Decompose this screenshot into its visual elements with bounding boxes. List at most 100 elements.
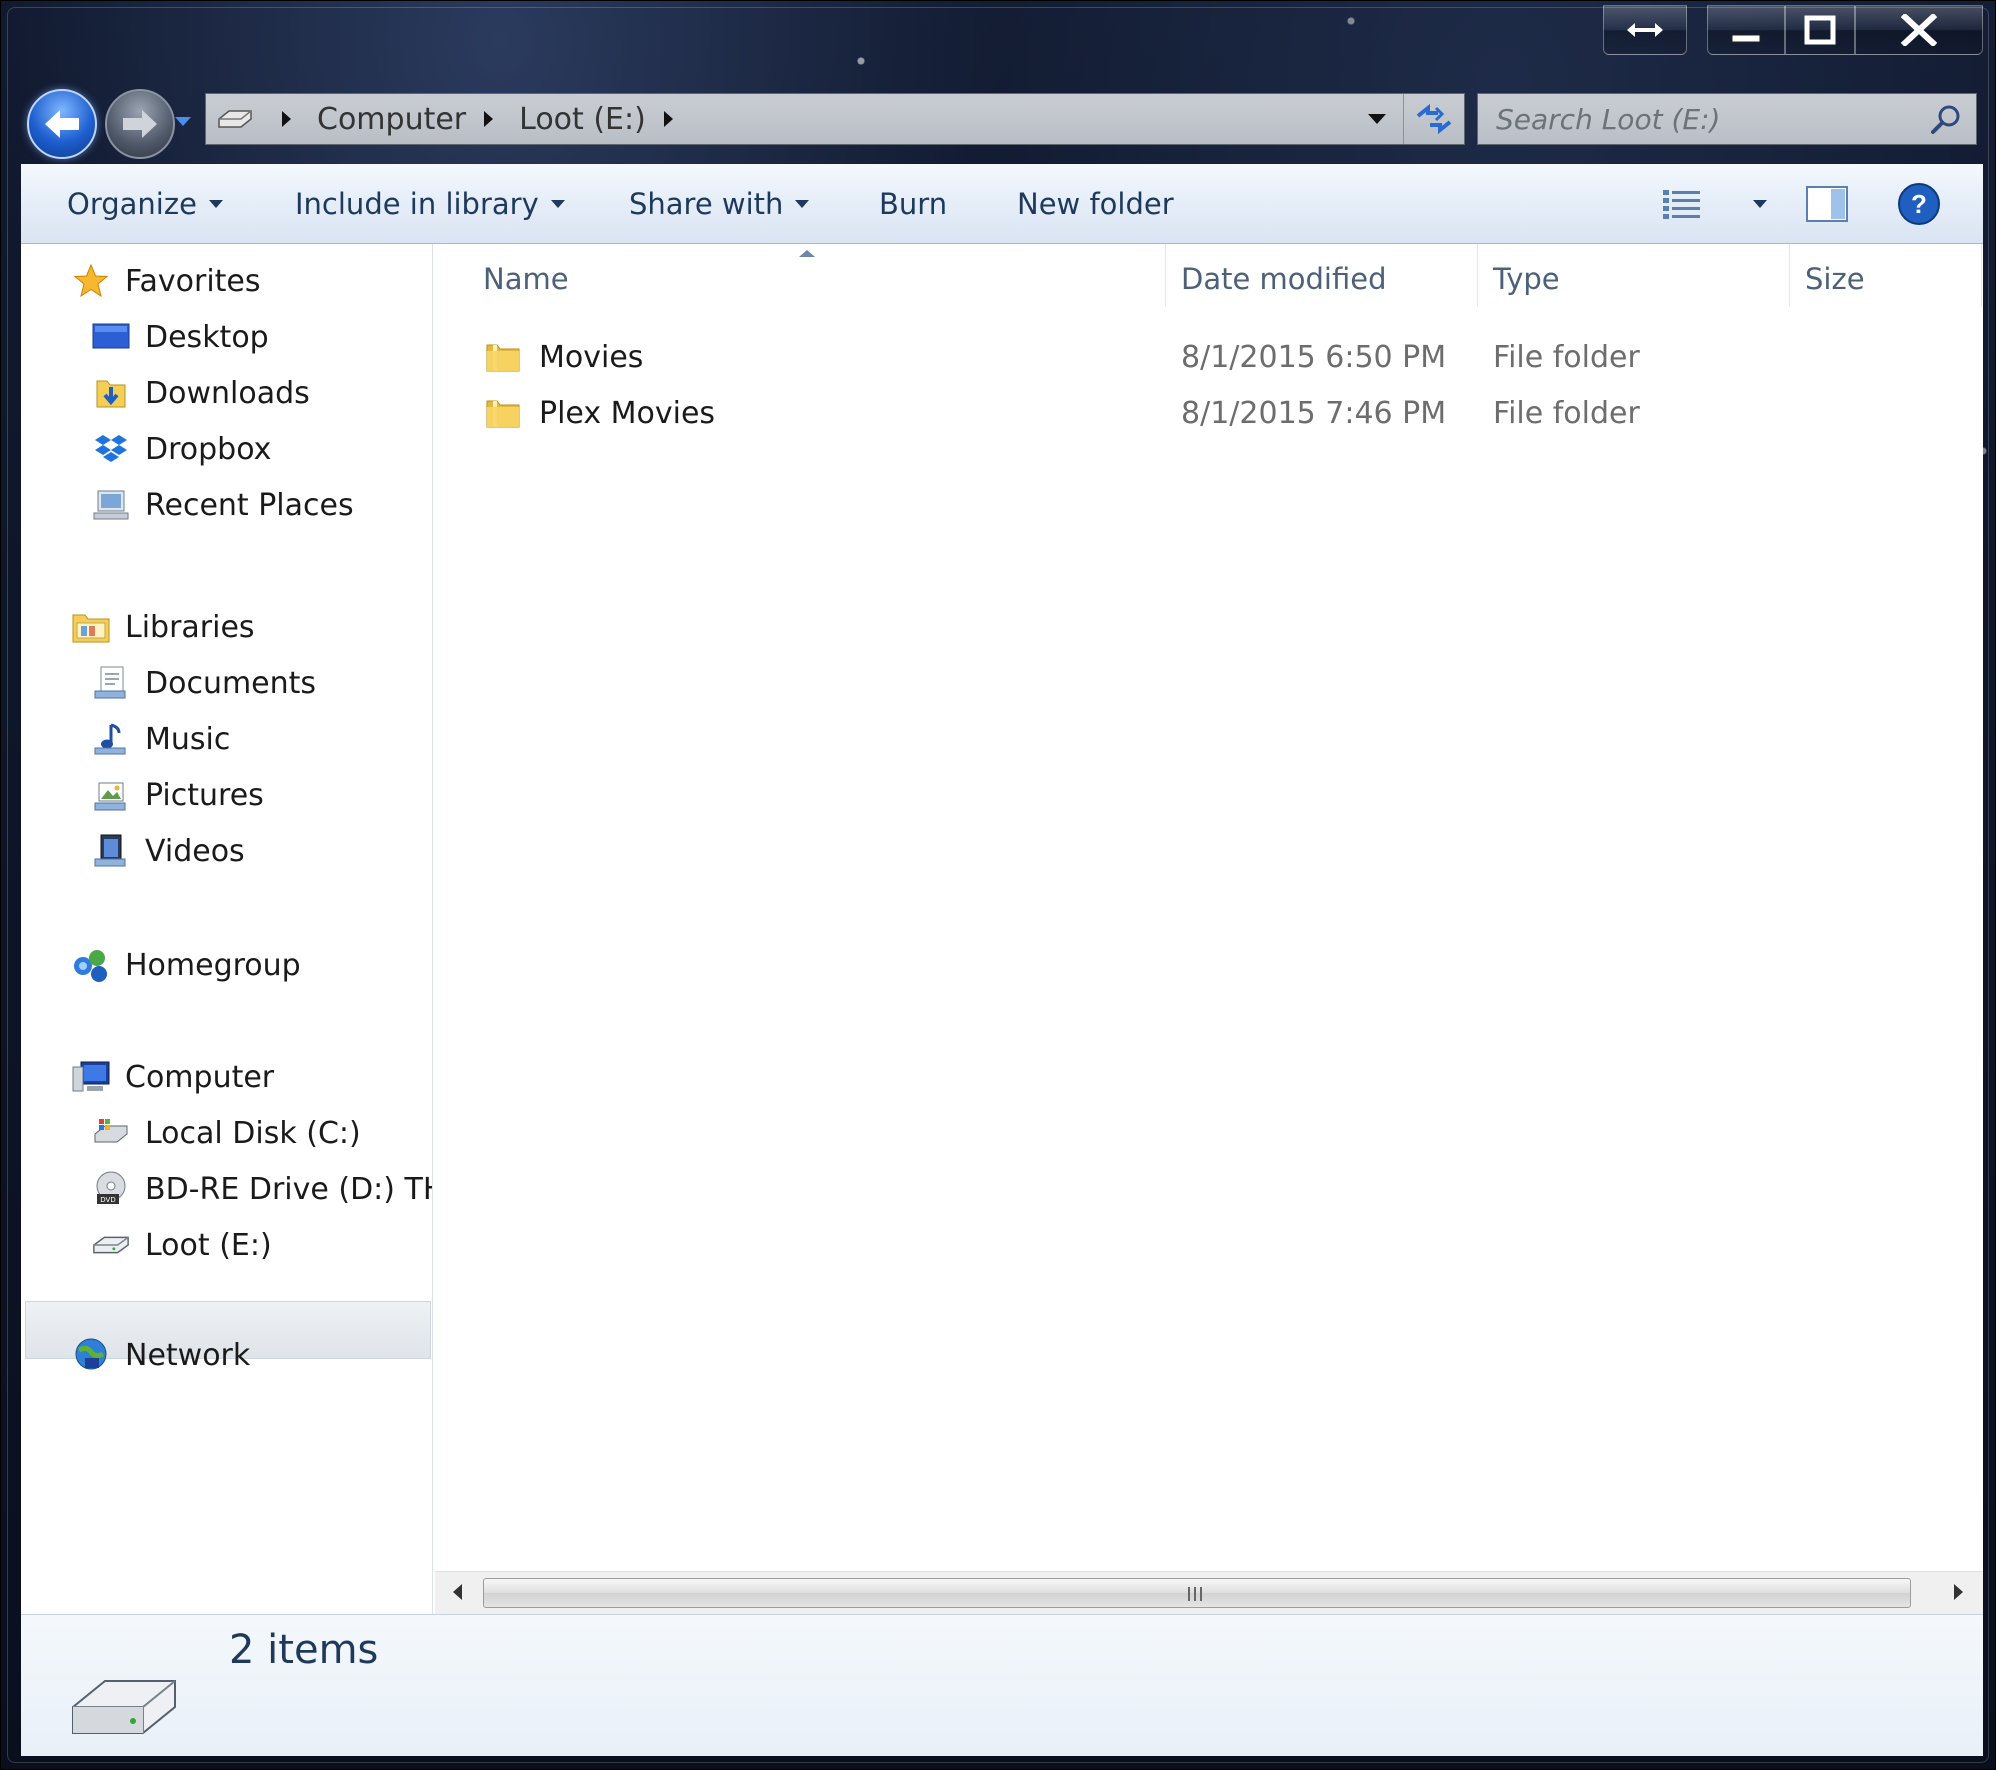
file-list: Name Date modified Type Size Movies 8/1/… [435, 244, 1983, 1614]
command-bar: Organize Include in library Share with B… [21, 164, 1983, 244]
nav-item-desktop[interactable]: Desktop [91, 312, 269, 362]
explorer-client: Organize Include in library Share with B… [21, 164, 1983, 1756]
column-divider[interactable] [1477, 244, 1478, 306]
svg-text:DVD: DVD [100, 1196, 115, 1204]
svg-text:?: ? [1911, 189, 1927, 219]
snap-button[interactable] [1603, 5, 1687, 55]
change-view-button[interactable] [1661, 164, 1703, 244]
nav-homegroup-label: Homegroup [125, 947, 301, 983]
share-with-menu[interactable]: Share with [629, 164, 810, 244]
recent-places-icon [91, 485, 131, 525]
navigation-pane: Favorites Desktop Downloads Dropbox Rece… [21, 244, 433, 1614]
file-name-cell: Plex Movies [485, 386, 715, 440]
search-icon[interactable] [1930, 104, 1962, 136]
nav-item-recent-places[interactable]: Recent Places [91, 480, 354, 530]
breadcrumb-separator-icon[interactable] [282, 111, 291, 127]
nav-item-music[interactable]: Music [91, 714, 230, 764]
breadcrumb-loot-e[interactable]: Loot (E:) [519, 102, 646, 137]
nav-item-label: Pictures [145, 777, 264, 813]
breadcrumb-separator-icon[interactable] [663, 111, 673, 127]
nav-item-label: Videos [145, 833, 245, 869]
file-type-cell: File folder [1493, 339, 1640, 375]
nav-favorites[interactable]: Favorites [71, 256, 261, 306]
details-view-icon [1663, 190, 1700, 219]
scroll-right-icon[interactable] [1954, 1584, 1963, 1600]
details-pane: 2 items [21, 1614, 1983, 1756]
share-with-label: Share with [629, 187, 784, 221]
column-header-type[interactable]: Type [1493, 244, 1560, 314]
nav-computer[interactable]: Computer [71, 1052, 274, 1102]
maximize-button[interactable] [1785, 5, 1855, 55]
file-date-cell: 8/1/2015 6:50 PM [1181, 339, 1447, 375]
file-row[interactable]: Plex Movies 8/1/2015 7:46 PM File folder [435, 386, 1935, 440]
nav-item-loot-e[interactable]: Loot (E:) [91, 1220, 272, 1270]
nav-item-bd-re-drive-d[interactable]: DVD BD-RE Drive (D:) THE [91, 1164, 433, 1214]
nav-favorites-label: Favorites [125, 263, 261, 299]
refresh-button[interactable] [1403, 94, 1464, 144]
star-icon [71, 261, 111, 301]
close-button[interactable] [1855, 5, 1983, 55]
scroll-left-icon[interactable] [453, 1584, 462, 1600]
search-box[interactable] [1477, 93, 1977, 145]
address-bar[interactable]: Computer Loot (E:) [205, 93, 1465, 145]
column-header-name[interactable]: Name [483, 244, 569, 314]
folder-icon [486, 344, 520, 372]
close-icon [1900, 14, 1938, 46]
minimize-button[interactable] [1707, 5, 1785, 55]
sort-ascending-icon [799, 250, 815, 257]
burn-label: Burn [879, 187, 948, 221]
preview-pane-button[interactable] [1805, 164, 1849, 244]
new-folder-button[interactable]: New folder [1017, 164, 1174, 244]
column-header-size[interactable]: Size [1805, 244, 1865, 314]
nav-item-videos[interactable]: Videos [91, 826, 245, 876]
recent-pages-dropdown[interactable] [175, 117, 191, 126]
burn-button[interactable]: Burn [879, 164, 947, 244]
horizontal-scrollbar[interactable] [435, 1571, 1983, 1614]
file-name: Plex Movies [539, 395, 716, 431]
scrollbar-thumb[interactable] [483, 1578, 1911, 1608]
drive-large-icon [72, 1680, 176, 1734]
network-icon [71, 1335, 111, 1375]
column-divider[interactable] [1981, 244, 1982, 306]
nav-item-pictures[interactable]: Pictures [91, 770, 264, 820]
column-divider[interactable] [1165, 244, 1166, 306]
organize-label: Organize [67, 187, 197, 221]
optical-drive-icon: DVD [91, 1169, 131, 1209]
nav-libraries-label: Libraries [125, 609, 255, 645]
item-count: 2 items [229, 1627, 379, 1673]
maximize-icon [1804, 15, 1836, 45]
window-frame: Computer Loot (E:) Organize [0, 0, 1996, 1770]
nav-item-dropbox[interactable]: Dropbox [91, 424, 271, 474]
back-button[interactable] [27, 89, 97, 159]
nav-network[interactable]: Network [71, 1330, 250, 1380]
nav-item-local-disk-c[interactable]: Local Disk (C:) [91, 1108, 361, 1158]
chevron-down-icon [795, 200, 810, 208]
breadcrumb-computer[interactable]: Computer [317, 102, 466, 137]
column-header-label: Name [483, 262, 569, 296]
breadcrumb-separator-icon[interactable] [484, 111, 494, 127]
help-button[interactable]: ? [1897, 164, 1941, 244]
forward-button[interactable] [105, 89, 175, 159]
drive-icon [206, 94, 264, 144]
libraries-icon [71, 607, 111, 647]
nav-network-label: Network [125, 1337, 251, 1373]
nav-item-documents[interactable]: Documents [91, 658, 316, 708]
file-row[interactable]: Movies 8/1/2015 6:50 PM File folder [435, 330, 1935, 384]
chevron-down-icon [1753, 200, 1767, 208]
column-header-date-modified[interactable]: Date modified [1181, 244, 1387, 314]
nav-homegroup[interactable]: Homegroup [71, 940, 301, 990]
column-divider[interactable] [1789, 244, 1790, 306]
organize-menu[interactable]: Organize [67, 164, 223, 244]
nav-item-label: BD-RE Drive (D:) THE [145, 1171, 433, 1207]
include-in-library-menu[interactable]: Include in library [295, 164, 565, 244]
nav-item-label: Desktop [145, 319, 269, 355]
address-history-dropdown[interactable] [1368, 114, 1386, 124]
new-folder-label: New folder [1017, 187, 1174, 221]
file-type-cell: File folder [1493, 395, 1640, 431]
search-input[interactable] [1478, 101, 1918, 137]
chevron-down-icon [208, 200, 223, 208]
nav-libraries[interactable]: Libraries [71, 602, 255, 652]
nav-item-downloads[interactable]: Downloads [91, 368, 310, 418]
videos-icon [91, 831, 131, 871]
view-options-dropdown[interactable] [1741, 164, 1767, 244]
